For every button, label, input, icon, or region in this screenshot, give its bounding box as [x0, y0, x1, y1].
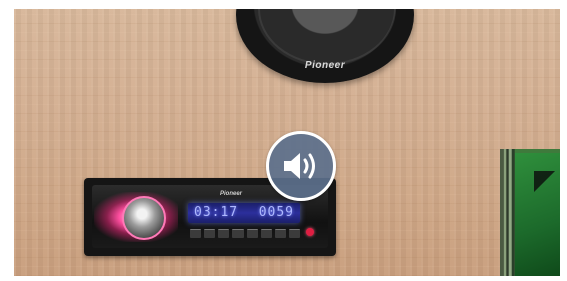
display-counter: 0059 [258, 205, 294, 220]
preset-button [218, 229, 230, 238]
preset-button [232, 229, 244, 238]
speaker-brand-label: Pioneer [304, 60, 346, 71]
preset-button [246, 229, 258, 238]
preset-button [204, 229, 216, 238]
cd-cover-graphic [534, 171, 556, 201]
unmute-button[interactable] [266, 131, 336, 201]
volume-knob [122, 196, 166, 240]
stereo-brand-label: Pioneer [220, 191, 243, 197]
preset-button [260, 229, 272, 238]
speaker-volume-icon [284, 153, 315, 179]
preset-buttons [190, 229, 300, 239]
car-speaker: Pioneer [236, 9, 414, 83]
display-time: 03:17 [194, 205, 239, 220]
video-frame: Pioneer Pioneer 03:17 0059 [14, 9, 560, 276]
preset-button [190, 229, 202, 238]
cd-cases [500, 149, 560, 276]
cd-cover [515, 153, 560, 276]
preset-button [274, 229, 286, 238]
preset-button [288, 229, 300, 238]
speaker-ring [258, 9, 396, 65]
stereo-display: 03:17 0059 [188, 203, 300, 223]
stereo-red-button [306, 228, 314, 236]
